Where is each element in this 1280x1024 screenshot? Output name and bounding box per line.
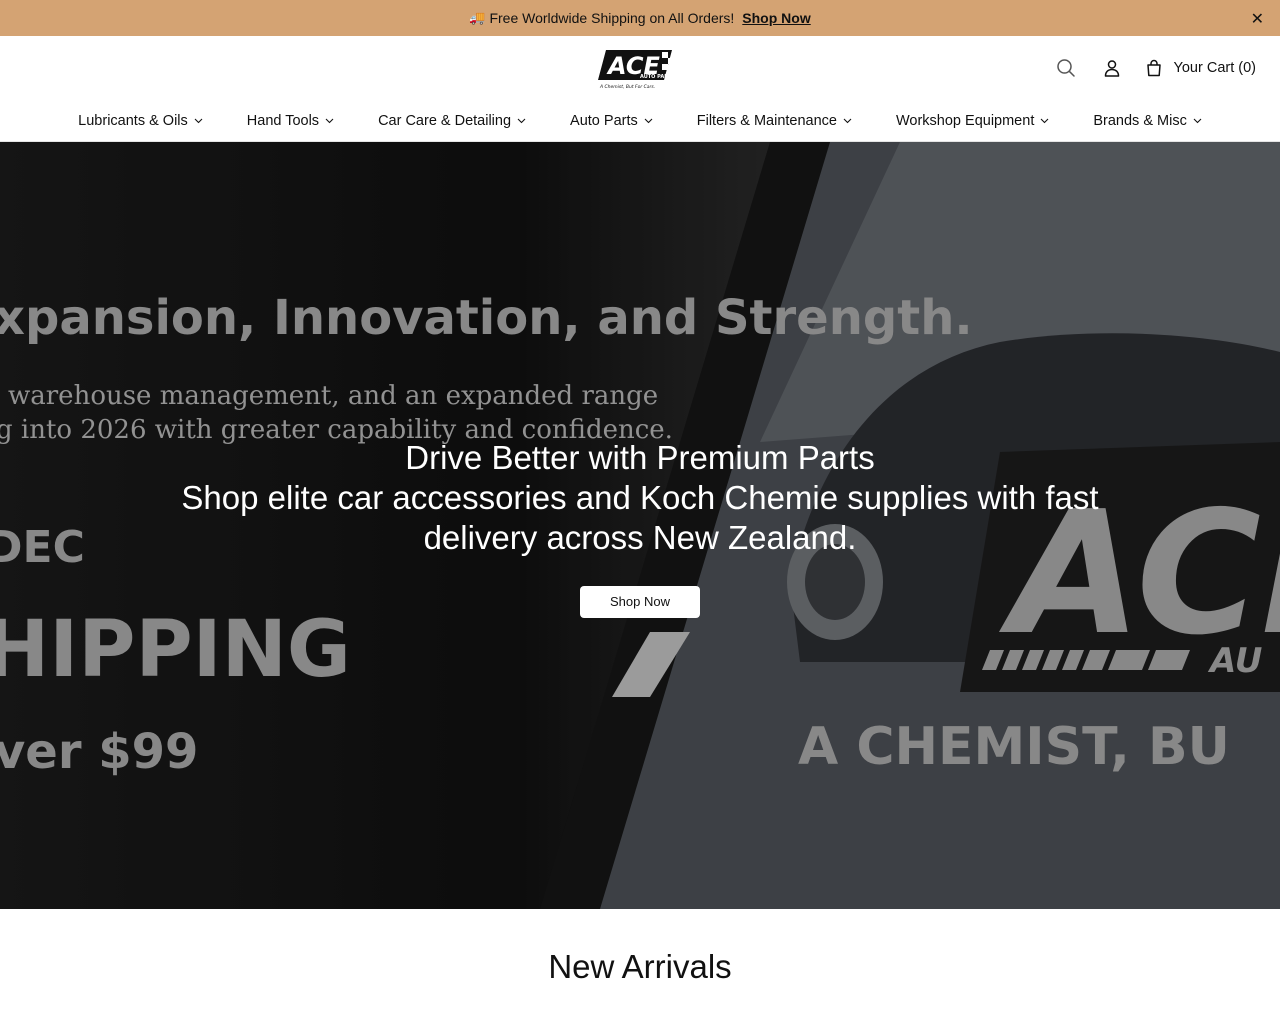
main-nav: Lubricants & Oils Hand Tools Car Care & … bbox=[0, 100, 1280, 142]
new-arrivals-heading: New Arrivals bbox=[548, 948, 732, 985]
nav-item-label: Filters & Maintenance bbox=[696, 112, 837, 129]
nav-item-label: Car Care & Detailing bbox=[378, 112, 512, 129]
hero-title: Drive Better with Premium Parts bbox=[405, 439, 875, 476]
shopping-bag-icon bbox=[1142, 56, 1166, 80]
site-header: ACE AUTO PARTS A Chemist, But For Cars. … bbox=[0, 36, 1280, 100]
hero-shop-now-button[interactable]: Shop Now bbox=[580, 586, 700, 618]
chevron-down-icon bbox=[1193, 118, 1202, 124]
cart-button[interactable]: Your Cart (0) bbox=[1142, 56, 1256, 80]
announcement-text: Free Worldwide Shipping on All Orders! bbox=[489, 10, 735, 26]
nav-item-auto-parts[interactable]: Auto Parts bbox=[570, 113, 653, 129]
nav-item-label: Hand Tools bbox=[246, 112, 320, 129]
nav-item-car-care-detailing[interactable]: Car Care & Detailing bbox=[378, 113, 526, 129]
chevron-down-icon bbox=[325, 118, 334, 124]
chevron-down-icon bbox=[517, 118, 526, 124]
hero-banner: ACE AU A CHEMIST, BU xpansion, Innovatio… bbox=[0, 142, 1280, 909]
hero-subtitle: Shop elite car accessories and Koch Chem… bbox=[181, 479, 1099, 556]
nav-item-label: Brands & Misc bbox=[1093, 112, 1187, 129]
announcement-bar: 🚚 Free Worldwide Shipping on All Orders!… bbox=[0, 0, 1280, 36]
nav-item-brands-misc[interactable]: Brands & Misc bbox=[1093, 112, 1202, 129]
site-logo[interactable]: ACE AUTO PARTS A Chemist, But For Cars. bbox=[598, 46, 682, 90]
nav-item-label: Auto Parts bbox=[570, 112, 638, 129]
search-icon[interactable] bbox=[1054, 56, 1078, 80]
nav-item-lubricants-oils[interactable]: Lubricants & Oils bbox=[78, 113, 203, 129]
hero-content: Drive Better with Premium Parts Shop eli… bbox=[0, 438, 1280, 618]
close-icon[interactable]: ✕ bbox=[1251, 9, 1264, 29]
chevron-down-icon bbox=[1040, 118, 1049, 124]
nav-item-hand-tools[interactable]: Hand Tools bbox=[247, 113, 334, 129]
chevron-down-icon bbox=[194, 118, 203, 124]
announcement-shop-now-link[interactable]: Shop Now bbox=[742, 10, 810, 26]
chevron-down-icon bbox=[644, 118, 653, 124]
nav-item-workshop-equipment[interactable]: Workshop Equipment bbox=[896, 113, 1049, 129]
logo-tagline: A Chemist, But For Cars. bbox=[599, 84, 655, 90]
cart-label: Your Cart (0) bbox=[1173, 60, 1256, 76]
truck-icon: 🚚 bbox=[469, 10, 486, 25]
nav-item-label: Workshop Equipment bbox=[895, 112, 1035, 129]
nav-item-filters-maintenance[interactable]: Filters & Maintenance bbox=[697, 113, 852, 129]
chevron-down-icon bbox=[843, 118, 852, 124]
logo-subtitle: AUTO PARTS bbox=[640, 74, 675, 80]
account-icon[interactable] bbox=[1100, 56, 1124, 80]
nav-item-label: Lubricants & Oils bbox=[78, 112, 188, 129]
